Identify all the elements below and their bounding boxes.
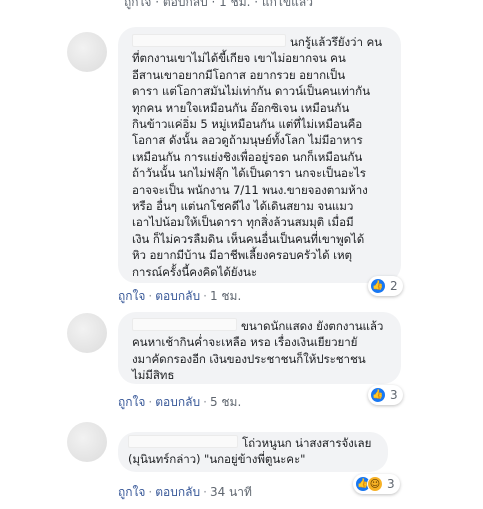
like-button[interactable]: ถูกใจ [118, 395, 145, 409]
comment-text-line: เหมือนกัน การแย่งชิงเพื่ออยู่รอด นกก็เหม… [132, 149, 363, 164]
comment-text-line: ถ้าวันนั้น นกไม่ฟลุ๊ก ได้เป็นดารา นกจะเป… [132, 166, 366, 181]
reaction-summary[interactable]: 👍 2 [368, 276, 403, 296]
previous-comment-actions: ถูกใจ · ตอบกลับ · 1 ชม. · แก้ไขแล้ว [124, 0, 313, 9]
comment-actions: ถูกใจ · ตอบกลับ · 5 ชม. [118, 395, 242, 409]
commenter-name-redacted[interactable] [128, 435, 238, 448]
comment-bubble: ขนาดนักแสดง ยังตกงานแล้ว คนหาเช้ากินค่ำจ… [118, 312, 401, 384]
reaction-count: 3 [387, 477, 395, 491]
avatar[interactable] [67, 422, 107, 462]
comment-bubble: โถ่วหนูนก น่าสงสารจังเลย (มุนินทร์กล่าว)… [118, 432, 388, 472]
timestamp[interactable]: 1 ชม. [210, 289, 241, 303]
comment-text-line: นกรู้แล้วรึยังว่า คน [290, 35, 382, 49]
comment-text-line: หรือ อื่นๆ แต่นกโชคดีไง ได้เดินสยาม จนแม… [132, 199, 354, 214]
comment-text-line: อีสานเขาอยากมีโอกาส อยากรวย อยากเป็น [132, 67, 346, 82]
comment-text-line: คนหาเช้ากินค่ำจะเหลือ หรอ เรื่องเงินเยีย… [132, 335, 358, 350]
comment-text-line: โอกาส ดังนั้น ลอวดูถ้ามนุษย์ทั้งโลก ไม่ม… [132, 133, 363, 148]
comment-text-line: ดารา แต่โอกาสมันไม่เท่ากัน ดาวน์เป็นคนเท… [132, 84, 370, 99]
reaction-summary[interactable]: 👍 3 [368, 385, 403, 405]
avatar[interactable] [67, 32, 107, 72]
comment-actions: ถูกใจ · ตอบกลับ · 1 ชม. [118, 289, 242, 303]
comment-text-line: ขนาดนักแสดง ยังตกงานแล้ว [241, 319, 384, 333]
comment-text-line: ที่ตกงานเขาไม่ได้ขี้เกียจ เขาไม่อยากจน ค… [132, 51, 346, 66]
comment-text-line: เงิน ก็ไม่ควรลืมดิน เห็นคนอื่นเป็นคนที่เ… [132, 231, 365, 246]
comment-text-line: ทุกคน หายใจเหมือนกัน อ๊อกซิเจน เหมือนกัน [132, 100, 350, 115]
comment-text-line: เอาไปน้อมให้เป็นดารา ทุกสิ่งล้วนสมมุติ เ… [132, 215, 354, 230]
like-icon: 👍 [370, 278, 386, 294]
reply-button[interactable]: ตอบกลับ [155, 395, 200, 409]
haha-icon: ☺ [367, 476, 383, 492]
like-button[interactable]: ถูกใจ [118, 485, 145, 499]
commenter-name-redacted[interactable] [132, 318, 237, 331]
reaction-count: 2 [390, 279, 398, 293]
comment-text-line: ไม่มีสิทธ [132, 368, 175, 383]
reply-button[interactable]: ตอบกลับ [155, 485, 200, 499]
timestamp[interactable]: 34 นาที [210, 485, 252, 499]
comment-text-line: หิว อยากมีบ้าน มีอาชีพเลี้ยงครอบครัวได้ … [132, 248, 352, 263]
timestamp[interactable]: 5 ชม. [210, 395, 241, 409]
comment-text-line: กินข้าวแค่อิ่ม 5 หมู่เหมือนกัน แต่ที่ไม่… [132, 117, 363, 132]
reply-button[interactable]: ตอบกลับ [155, 289, 200, 303]
commenter-name-redacted[interactable] [132, 34, 286, 47]
comment-actions: ถูกใจ · ตอบกลับ · 34 นาที [118, 485, 252, 499]
comment-text-line: โถ่วหนูนก น่าสงสารจังเลย [242, 436, 372, 450]
like-button[interactable]: ถูกใจ [118, 289, 145, 303]
avatar[interactable] [67, 313, 107, 353]
comment-text-line: งมาคัดกรองอีก เงินของประชาชนก็ให้ประชาชน [132, 351, 366, 366]
like-icon: 👍 [370, 387, 386, 403]
reaction-count: 3 [390, 388, 398, 402]
comment-bubble: นกรู้แล้วรึยังว่า คน ที่ตกงานเขาไม่ได้ขี… [118, 27, 401, 283]
reaction-summary[interactable]: 👍 ☺ 3 [353, 474, 400, 494]
comment-text-line: การณ์ครั้งนี้คงคิดได้ยังนะ [132, 264, 257, 279]
comment-text-line: (มุนินทร์กล่าว) "นกอยู่ข้างพี่ตูนะคะ" [128, 452, 306, 467]
comment-text-line: อาจจะเป็น พนักงาน 7/11 พนง.ขายจองตามห้าง [132, 182, 368, 197]
